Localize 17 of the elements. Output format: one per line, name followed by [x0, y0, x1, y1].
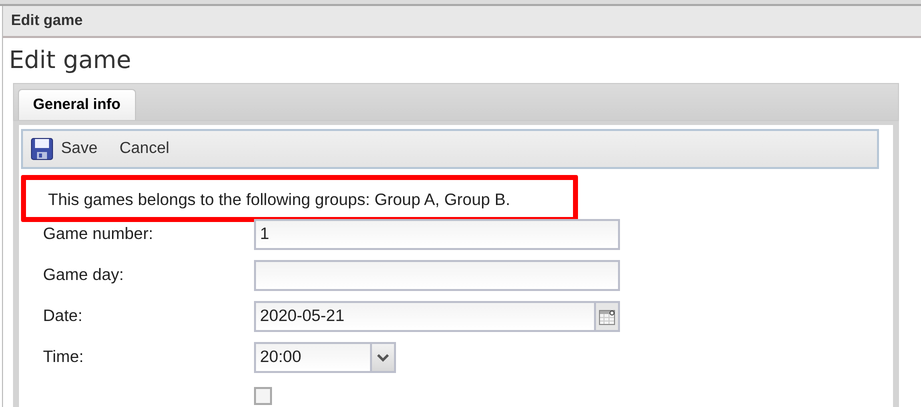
- calendar-icon[interactable]: [599, 308, 615, 324]
- tab[interactable]: General info: [18, 89, 136, 120]
- window-title: Edit game: [11, 10, 83, 31]
- input-field[interactable]: 1: [254, 219, 620, 250]
- field-label: Date:: [42, 306, 84, 328]
- field-label: Game day:: [42, 265, 125, 286]
- checkbox[interactable]: [254, 387, 272, 405]
- date-field[interactable]: 2020-05-21: [254, 301, 620, 332]
- field-label: Game number:: [42, 224, 154, 246]
- group-notice: This games belongs to the following groups: Group A, Group B.: [48, 190, 510, 212]
- cancel-button[interactable]: Cancel: [119, 137, 170, 161]
- page-heading: Edit game: [9, 46, 132, 74]
- input-field[interactable]: [254, 260, 620, 291]
- field-label: Time:: [42, 347, 85, 368]
- time-dropdown[interactable]: 20:00: [254, 342, 396, 373]
- save-button[interactable]: Save: [31, 137, 98, 161]
- chevron-down-icon: [377, 354, 389, 362]
